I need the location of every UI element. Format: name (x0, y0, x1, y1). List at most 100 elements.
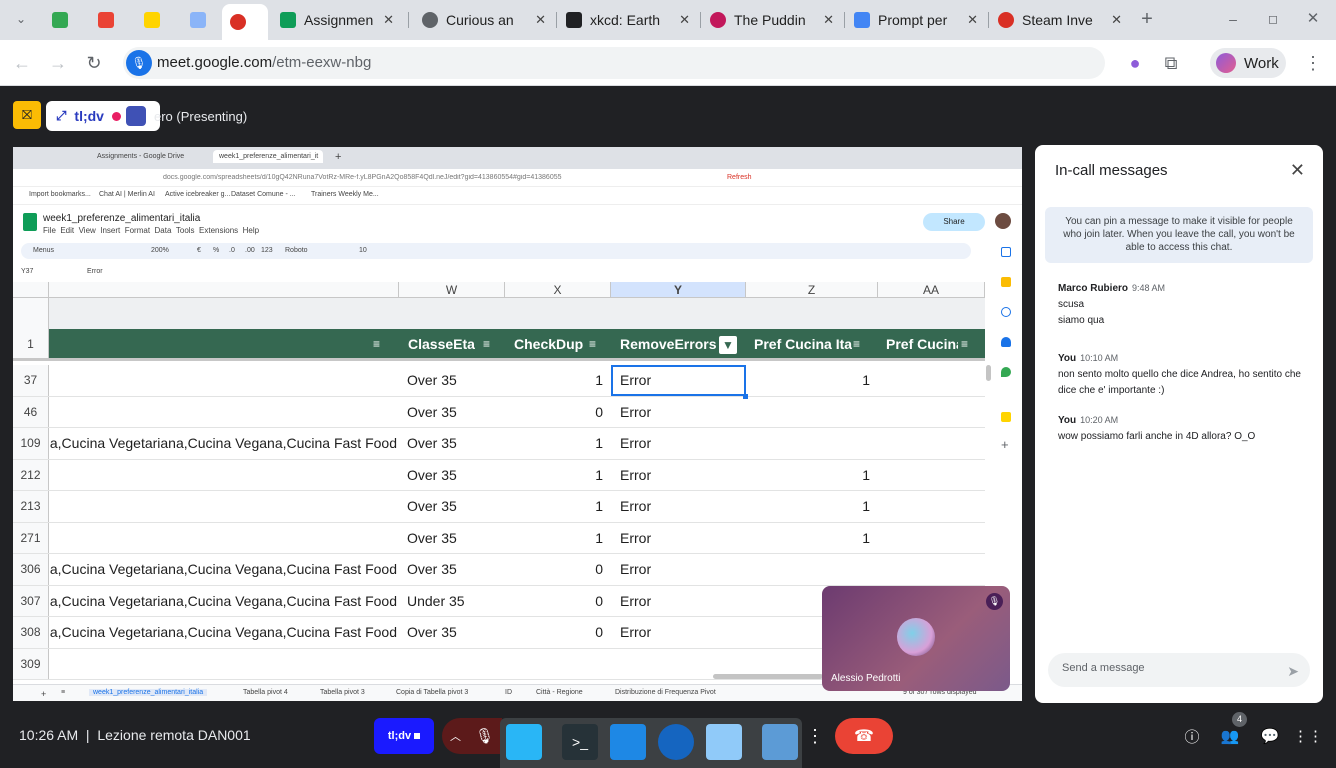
activities-icon[interactable]: ⋮⋮ (1293, 718, 1323, 754)
archive-icon[interactable] (610, 724, 646, 760)
browser-tab[interactable] (136, 6, 176, 34)
window-icon[interactable] (506, 724, 542, 760)
back-icon[interactable]: ← (9, 50, 35, 76)
participant-video-tile[interactable]: 🎙 Alessio Pedrotti (822, 586, 1010, 691)
cell-checkdup[interactable]: 1 (505, 491, 603, 522)
row-number[interactable]: 307 (13, 585, 49, 616)
cell-classe-eta[interactable]: Over 35 (407, 460, 497, 491)
tldv-widget[interactable]: ⤢ tl;dv (46, 101, 160, 131)
microphone-icon[interactable]: 🎙 (126, 50, 152, 76)
cell-remove-errors[interactable]: Error (620, 491, 740, 522)
row-number[interactable]: 308 (13, 617, 49, 648)
info-icon[interactable]: ⓘ (1178, 718, 1206, 754)
minimize-icon[interactable]: – (1220, 6, 1246, 32)
row-number[interactable]: 37 (13, 365, 49, 396)
cell-pref-cucina[interactable]: 1 (746, 491, 870, 522)
cell-remove-errors[interactable]: Error (620, 428, 740, 459)
browser-tab[interactable] (182, 6, 222, 34)
cell-classe-eta[interactable]: Under 35 (407, 586, 497, 617)
cell-classe-eta[interactable]: Over 35 (407, 523, 497, 554)
row-number[interactable]: 271 (13, 522, 49, 553)
cell-pref-cucina[interactable]: 1 (746, 460, 870, 491)
mic-toggle-button[interactable]: ︿ 🎙 (442, 718, 502, 754)
browser-tab[interactable]: Curious an ✕ (414, 6, 554, 34)
row-number[interactable]: 109 (13, 428, 49, 459)
more-options-icon[interactable]: ⋮ (804, 718, 826, 754)
new-tab-icon[interactable]: + (1134, 6, 1160, 32)
end-call-button[interactable]: ☎ (835, 718, 893, 754)
cell-pref-cucina[interactable] (746, 397, 870, 428)
cell-preferences[interactable]: na,Cucina Vegetariana,Cucina Vegana,Cuci… (49, 586, 397, 617)
cell-preferences[interactable]: na,Cucina Vegetariana,Cucina Vegana,Cuci… (49, 428, 397, 459)
close-icon[interactable]: ✕ (823, 12, 834, 28)
cell-checkdup[interactable]: 1 (505, 460, 603, 491)
close-window-icon[interactable]: ✕ (1300, 6, 1326, 32)
row-number[interactable]: 309 (13, 648, 49, 679)
cell-preferences[interactable]: na,Cucina Vegetariana,Cucina Vegana,Cuci… (49, 617, 397, 648)
profile-button[interactable]: Work (1210, 48, 1286, 78)
cell-remove-errors[interactable]: Error (620, 460, 740, 491)
cell-preferences[interactable] (49, 365, 397, 396)
browser-tab[interactable] (44, 6, 84, 34)
browser-globe-icon[interactable] (658, 724, 694, 760)
cell-remove-errors[interactable]: Error (620, 586, 740, 617)
cell-preferences[interactable] (49, 523, 397, 554)
cell-checkdup[interactable]: 1 (505, 523, 603, 554)
tab-search-icon[interactable]: ⌄ (8, 6, 34, 32)
cell-checkdup[interactable]: 0 (505, 397, 603, 428)
browser-tab-active[interactable] (222, 4, 268, 40)
cell-classe-eta[interactable]: Over 35 (407, 365, 497, 396)
cell-checkdup[interactable]: 1 (505, 365, 603, 396)
cell-pref-cucina[interactable] (746, 554, 870, 585)
extensions-puzzle-icon[interactable]: ⧉ (1158, 50, 1184, 76)
browser-tab[interactable]: Assignmen ✕ (272, 6, 402, 34)
browser-tab[interactable]: The Puddin ✕ (702, 6, 842, 34)
cell-remove-errors[interactable]: Error (620, 397, 740, 428)
cell-preferences[interactable] (49, 460, 397, 491)
forward-icon[interactable]: → (45, 50, 71, 76)
maximize-icon[interactable]: ◻ (1260, 6, 1286, 32)
stop-presenting-icon[interactable]: ⛝ (13, 101, 41, 129)
chat-icon[interactable]: 💬 (1256, 718, 1284, 754)
cell-pref-cucina[interactable] (746, 428, 870, 459)
row-number[interactable]: 46 (13, 396, 49, 427)
reload-icon[interactable]: ↻ (81, 50, 107, 76)
expand-icon[interactable]: ⤢ (56, 108, 66, 124)
cell-classe-eta[interactable]: Over 35 (407, 428, 497, 459)
cell-checkdup[interactable]: 0 (505, 586, 603, 617)
close-icon[interactable]: ✕ (679, 12, 690, 28)
cell-checkdup[interactable] (505, 649, 603, 680)
cell-preferences[interactable] (49, 491, 397, 522)
row-number[interactable]: 213 (13, 491, 49, 522)
extension-icon[interactable]: ● (1122, 50, 1148, 76)
cell-remove-errors[interactable]: Error (620, 617, 740, 648)
cell-classe-eta[interactable]: Over 35 (407, 397, 497, 428)
folder-icon[interactable] (762, 724, 798, 760)
close-icon[interactable]: ✕ (1111, 12, 1122, 28)
cell-remove-errors[interactable]: Error (620, 523, 740, 554)
close-icon[interactable]: ✕ (967, 12, 978, 28)
row-number[interactable]: 212 (13, 459, 49, 490)
row-number[interactable]: 306 (13, 554, 49, 585)
magnifier-icon[interactable] (706, 724, 742, 760)
address-bar[interactable]: 🎙 meet.google.com/etm-eexw-nbg (123, 47, 1105, 79)
cell-pref-cucina[interactable]: 1 (746, 365, 870, 396)
cell-preferences[interactable]: na,Cucina Vegetariana,Cucina Vegana,Cuci… (49, 554, 397, 585)
cell-checkdup[interactable]: 0 (505, 617, 603, 648)
terminal-icon[interactable]: >_ (562, 724, 598, 760)
cell-preferences[interactable] (49, 397, 397, 428)
close-icon[interactable]: ✕ (1290, 160, 1305, 181)
tldv-record-button[interactable]: tl;dv (374, 718, 434, 754)
cell-classe-eta[interactable]: Over 35 (407, 491, 497, 522)
cell-preferences[interactable] (49, 649, 397, 680)
cell-classe-eta[interactable]: Over 35 (407, 617, 497, 648)
menu-kebab-icon[interactable]: ⋮ (1300, 50, 1326, 76)
cell-classe-eta[interactable]: Over 35 (407, 554, 497, 585)
cell-pref-cucina[interactable]: 1 (746, 523, 870, 554)
cell-classe-eta[interactable] (407, 649, 497, 680)
browser-tab[interactable]: Prompt per ✕ (846, 6, 986, 34)
message-input[interactable]: Send a message (1048, 653, 1310, 687)
close-icon[interactable]: ✕ (535, 12, 546, 28)
send-icon[interactable]: ➤ (1287, 663, 1299, 680)
close-icon[interactable]: ✕ (383, 12, 394, 28)
